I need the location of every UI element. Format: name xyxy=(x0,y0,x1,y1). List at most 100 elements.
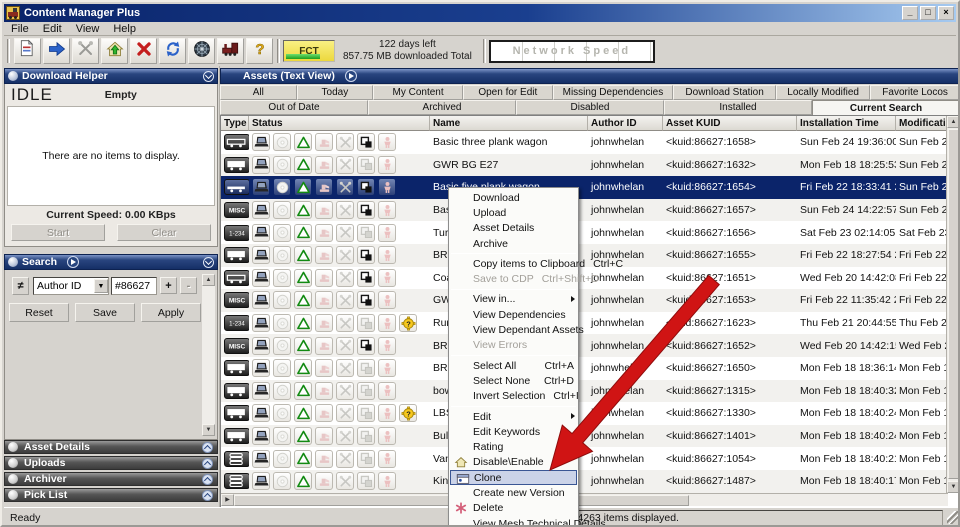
column-header-author-id[interactable]: Author ID xyxy=(588,116,663,131)
menu-item-copy-items-to-clipboard[interactable]: Copy items to ClipboardCtrl+C xyxy=(449,256,578,271)
reset-button[interactable]: Reset xyxy=(9,303,69,322)
start-button[interactable]: Start xyxy=(11,224,105,241)
menu-item-clone[interactable]: Clone xyxy=(450,470,577,485)
clear-button[interactable]: Clear xyxy=(117,224,211,241)
assets-view-header[interactable]: Assets (Text View) xyxy=(220,68,960,84)
column-header-modification-ti[interactable]: Modification Ti xyxy=(896,116,948,131)
vertical-scrollbar[interactable]: ▲ ▼ xyxy=(946,116,959,493)
tab-download-station[interactable]: Download Station xyxy=(673,85,776,100)
minimize-button[interactable]: _ xyxy=(902,6,918,20)
assets-run-icon[interactable] xyxy=(345,70,357,82)
scroll-down-icon[interactable]: ▼ xyxy=(202,424,215,436)
search-value-input[interactable]: #86627 xyxy=(111,277,157,295)
table-row[interactable]: 1-234Turbjohnwhelan<kuid:86627:1656>Sat … xyxy=(221,221,947,244)
tools-button[interactable] xyxy=(72,38,99,64)
expand-chevron-icon[interactable] xyxy=(202,442,213,453)
tab-archived[interactable]: Archived xyxy=(368,100,516,115)
table-row[interactable]: GWR BG E27johnwhelan<kuid:86627:1632>Mon… xyxy=(221,154,947,177)
scroll-up-icon[interactable]: ▲ xyxy=(947,116,960,128)
table-row[interactable]: Basic three plank wagonjohnwhelan<kuid:8… xyxy=(221,131,947,154)
search-scrollbar[interactable]: ▲ ▼ xyxy=(202,274,215,436)
download-helper-header[interactable]: Download Helper xyxy=(4,68,218,84)
column-header-asset-kuid[interactable]: Asset KUID xyxy=(663,116,797,131)
menu-item-create-new-version[interactable]: Create new Version xyxy=(449,485,578,500)
table-row[interactable]: bowljohnwhelan<kuid:86627:1315>Mon Feb 1… xyxy=(221,380,947,403)
add-filter-button[interactable]: + xyxy=(160,277,177,294)
menu-item-view-in[interactable]: View in... xyxy=(449,292,578,307)
menu-item-view-dependencies[interactable]: View Dependencies xyxy=(449,307,578,322)
delete-button[interactable] xyxy=(130,38,157,64)
tab-missing-dependencies[interactable]: Missing Dependencies xyxy=(553,85,673,100)
menu-item-rating[interactable]: Rating xyxy=(449,439,578,454)
tab-locally-modified[interactable]: Locally Modified xyxy=(776,85,870,100)
close-button[interactable]: × xyxy=(938,6,954,20)
apply-button[interactable]: Apply xyxy=(141,303,201,322)
expand-chevron-icon[interactable] xyxy=(202,490,213,501)
save-button[interactable]: Save xyxy=(75,303,135,322)
scroll-down-icon[interactable]: ▼ xyxy=(947,481,960,493)
menu-item-asset-details[interactable]: Asset Details xyxy=(449,221,578,236)
menu-help[interactable]: Help xyxy=(106,23,143,35)
tab-installed[interactable]: Installed xyxy=(664,100,812,115)
expand-chevron-icon[interactable] xyxy=(202,474,213,485)
expand-chevron-icon[interactable] xyxy=(202,458,213,469)
menu-item-invert-selection[interactable]: Invert SelectionCtrl+I xyxy=(449,389,578,404)
menu-item-view-mesh-technical-details[interactable]: View Mesh Technical Details... xyxy=(449,516,578,527)
menu-view[interactable]: View xyxy=(69,23,107,35)
remove-filter-button[interactable]: - xyxy=(180,277,197,294)
menu-item-download[interactable]: Download xyxy=(449,190,578,205)
menu-item-archive[interactable]: Archive xyxy=(449,236,578,251)
table-row[interactable]: MISCBR Bjohnwhelan<kuid:86627:1652>Wed F… xyxy=(221,334,947,357)
menu-item-edit-keywords[interactable]: Edit Keywords xyxy=(449,424,578,439)
maximize-button[interactable]: □ xyxy=(920,6,936,20)
collapse-chevron-icon[interactable] xyxy=(203,257,214,268)
table-row[interactable]: Kingjohnwhelan<kuid:86627:1487>Mon Feb 1… xyxy=(221,470,947,493)
tab-my-content[interactable]: My Content xyxy=(373,85,463,100)
train-button[interactable] xyxy=(217,38,244,64)
column-header-name[interactable]: Name xyxy=(430,116,588,131)
panel-header-pick-list[interactable]: Pick List xyxy=(4,488,218,502)
menu-item-upload[interactable]: Upload xyxy=(449,205,578,220)
scroll-up-icon[interactable]: ▲ xyxy=(202,274,215,286)
tab-favorite-locos[interactable]: Favorite Locos xyxy=(870,85,960,100)
menu-item-view-dependant-assets[interactable]: View Dependant Assets xyxy=(449,322,578,337)
column-header-installation-time[interactable]: Installation Time xyxy=(797,116,896,131)
chevron-down-icon[interactable]: ▼ xyxy=(94,279,108,293)
search-field-dropdown[interactable]: Author ID ▼ xyxy=(33,277,109,295)
column-header-type[interactable]: Type xyxy=(221,116,249,131)
table-row[interactable]: MISCGWRjohnwhelan<kuid:86627:1653>Fri Fe… xyxy=(221,289,947,312)
panel-header-uploads[interactable]: Uploads xyxy=(4,456,218,470)
menu-file[interactable]: File xyxy=(4,23,36,35)
menu-item-delete[interactable]: Delete xyxy=(449,501,578,516)
column-header-status[interactable]: Status xyxy=(249,116,430,131)
help-button[interactable]: ? xyxy=(246,38,273,64)
horizontal-scrollbar[interactable]: ◀ ▶ xyxy=(221,493,948,506)
menu-item-select-none[interactable]: Select NoneCtrl+D xyxy=(449,373,578,388)
search-run-icon[interactable] xyxy=(67,256,79,268)
tab-current-search[interactable]: Current Search xyxy=(812,100,960,115)
refresh-button[interactable] xyxy=(159,38,186,64)
scroll-right-icon[interactable]: ▶ xyxy=(221,494,234,506)
new-asset-button[interactable] xyxy=(14,38,41,64)
table-row[interactable]: BR Bjohnwhelan<kuid:86627:1650>Mon Feb 1… xyxy=(221,357,947,380)
web-wheel-button[interactable] xyxy=(188,38,215,64)
upload-home-button[interactable] xyxy=(101,38,128,64)
menu-item-save-to-cdp[interactable]: Save to CDPCtrl+Shift+D xyxy=(449,271,578,286)
table-row[interactable]: Bulkjohnwhelan<kuid:86627:1401>Mon Feb 1… xyxy=(221,425,947,448)
search-panel-header[interactable]: Search xyxy=(4,254,218,270)
resize-grip[interactable] xyxy=(947,511,960,524)
collapse-chevron-icon[interactable] xyxy=(203,71,214,82)
tab-out-of-date[interactable]: Out of Date xyxy=(220,100,368,115)
table-row[interactable]: ?LBSCjohnwhelan<kuid:86627:1330>Mon Feb … xyxy=(221,402,947,425)
menu-edit[interactable]: Edit xyxy=(36,23,69,35)
menu-item-disable-enable[interactable]: Disable\Enable xyxy=(449,455,578,470)
menu-item-select-all[interactable]: Select AllCtrl+A xyxy=(449,358,578,373)
operator-button[interactable]: ≠ xyxy=(12,277,29,295)
tab-all[interactable]: All xyxy=(220,85,297,100)
tab-today[interactable]: Today xyxy=(297,85,374,100)
download-queue-list[interactable]: There are no items to display. xyxy=(7,106,215,206)
vscroll-thumb[interactable] xyxy=(948,129,959,479)
panel-header-archiver[interactable]: Archiver xyxy=(4,472,218,486)
table-row[interactable]: Basic five plank wagonjohnwhelan<kuid:86… xyxy=(221,176,947,199)
table-row[interactable]: MISCBasijohnwhelan<kuid:86627:1657>Sun F… xyxy=(221,199,947,222)
